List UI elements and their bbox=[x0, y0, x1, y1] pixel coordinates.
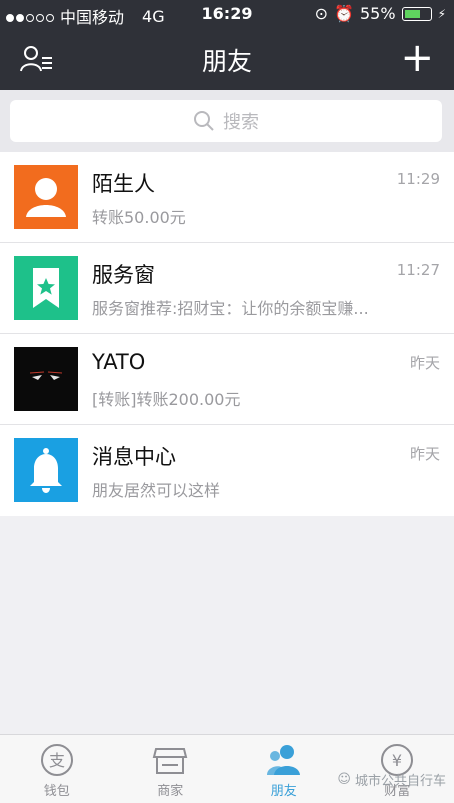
star-bookmark-icon bbox=[14, 256, 78, 320]
rotation-lock-icon: ⊙ bbox=[314, 4, 329, 23]
tab-bar: 支 钱包 商家 朋友 ¥ 财富 bbox=[0, 734, 454, 803]
search-icon bbox=[194, 111, 214, 131]
tab-label: 朋友 bbox=[270, 784, 297, 799]
conversation-name: 消息中心 bbox=[92, 445, 176, 469]
conversation-preview: 朋友居然可以这样 bbox=[92, 481, 221, 500]
search-placeholder: 搜索 bbox=[223, 112, 259, 133]
tab-friends[interactable]: 朋友 bbox=[227, 735, 341, 803]
page-title: 朋友 bbox=[201, 47, 252, 76]
list-item[interactable]: 服务窗 服务窗推荐:招财宝：让你的余额宝赚... 11:27 bbox=[0, 243, 454, 334]
svg-text:¥: ¥ bbox=[392, 751, 402, 770]
battery-percent: 55% bbox=[360, 4, 396, 23]
conversation-preview: 服务窗推荐:招财宝：让你的余额宝赚... bbox=[92, 299, 369, 318]
alarm-icon: ⏰ bbox=[334, 4, 354, 23]
tab-merchant[interactable]: 商家 bbox=[114, 735, 228, 803]
conversation-time: 11:29 bbox=[396, 170, 440, 188]
wallet-icon: 支 bbox=[40, 744, 73, 776]
conversation-list: 陌生人 转账50.00元 11:29 服务窗 服务窗推荐:招财宝：让你的余额宝赚… bbox=[0, 152, 454, 516]
status-right: ⊙ ⏰ 55% ⚡ bbox=[315, 4, 446, 23]
tab-wealth[interactable]: ¥ 财富 bbox=[341, 735, 454, 803]
add-button[interactable]: + bbox=[400, 38, 434, 78]
conversation-time: 昨天 bbox=[409, 354, 440, 372]
search-area: 搜索 bbox=[0, 90, 454, 152]
search-input[interactable]: 搜索 bbox=[10, 100, 442, 142]
friends-icon bbox=[266, 745, 300, 775]
tab-wallet[interactable]: 支 钱包 bbox=[0, 735, 114, 803]
nav-bar: 朋友 + bbox=[0, 28, 454, 90]
conversation-name: 陌生人 bbox=[92, 172, 155, 196]
watermark-text: 城市公共自行车 bbox=[354, 774, 446, 789]
list-item[interactable]: YATO [转账]转账200.00元 昨天 bbox=[0, 334, 454, 425]
conversation-preview: 转账50.00元 bbox=[92, 208, 186, 227]
dark-photo-avatar bbox=[14, 347, 78, 411]
person-icon bbox=[14, 165, 78, 229]
charging-icon: ⚡ bbox=[437, 6, 446, 21]
store-icon bbox=[152, 748, 188, 774]
conversation-time: 11:27 bbox=[396, 261, 440, 279]
battery-icon bbox=[401, 6, 432, 21]
status-bar: 中国移动 4G 16:29 ⊙ ⏰ 55% ⚡ bbox=[0, 0, 454, 28]
conversation-preview: [转账]转账200.00元 bbox=[92, 390, 241, 409]
list-item[interactable]: 陌生人 转账50.00元 11:29 bbox=[0, 152, 454, 243]
svg-text:支: 支 bbox=[49, 751, 65, 770]
tab-label: 钱包 bbox=[43, 784, 70, 799]
bell-icon bbox=[14, 438, 78, 502]
conversation-name: 服务窗 bbox=[92, 263, 155, 287]
wechat-icon: ☺ bbox=[337, 772, 351, 787]
conversation-name: YATO bbox=[92, 350, 146, 374]
list-item[interactable]: 消息中心 朋友居然可以这样 昨天 bbox=[0, 425, 454, 516]
tab-label: 商家 bbox=[157, 784, 184, 799]
watermark: ☺ 城市公共自行车 bbox=[337, 770, 446, 789]
conversation-time: 昨天 bbox=[409, 445, 440, 463]
